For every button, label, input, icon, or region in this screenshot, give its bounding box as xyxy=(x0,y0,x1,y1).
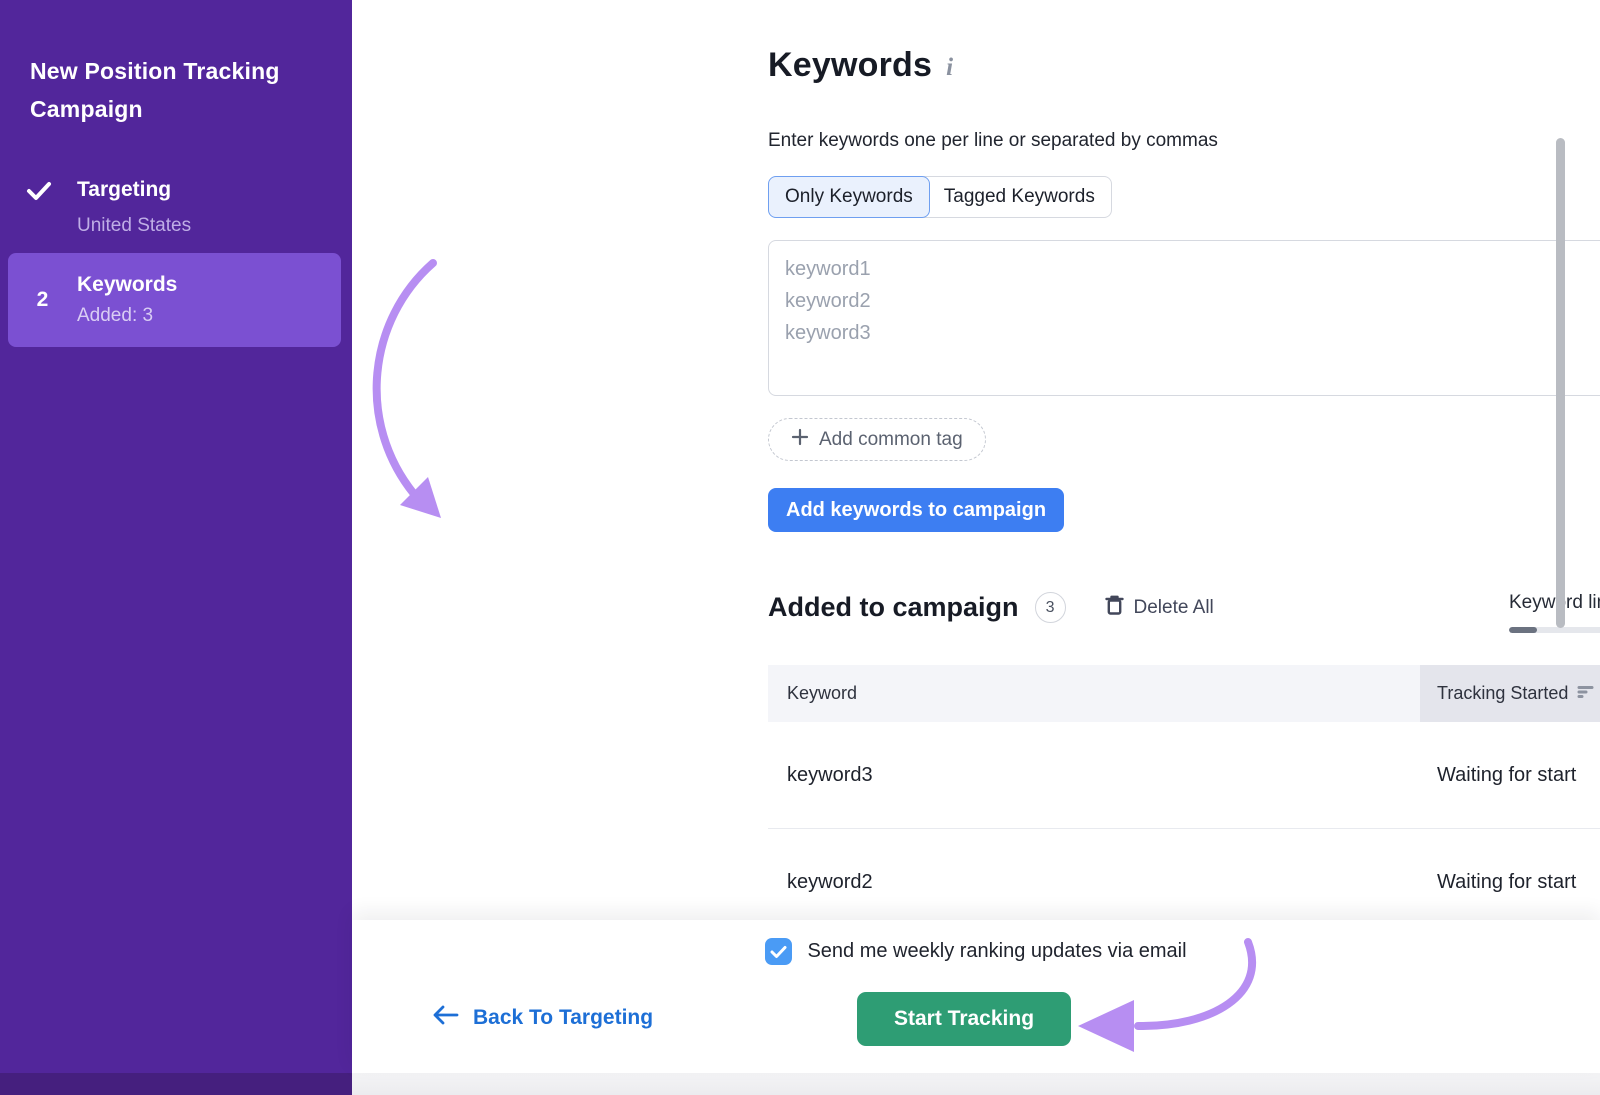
keywords-table: Keyword Tracking Started Action keyword3… xyxy=(768,665,1600,936)
sort-icon xyxy=(1577,683,1594,704)
keywords-hint-text: Enter keywords one per line or separated… xyxy=(768,130,1218,152)
step-keywords-label: Keywords xyxy=(77,271,177,298)
row-keyword: keyword2 xyxy=(768,871,1420,894)
weekly-updates-checkbox[interactable] xyxy=(765,938,792,965)
sidebar-step-targeting[interactable]: Targeting United States xyxy=(0,176,352,240)
added-to-campaign-title: Added to campaign xyxy=(768,592,1019,623)
keyword-limit-progress xyxy=(1509,627,1600,633)
new-campaign-modal: New Position Tracking Campaign Targeting… xyxy=(0,0,1600,1095)
table-header-row: Keyword Tracking Started Action xyxy=(768,665,1600,722)
plus-icon xyxy=(791,428,809,452)
modal-bottom-edge xyxy=(352,1073,1600,1095)
added-to-campaign-section: Added to campaign 3 Delete All Keyword l… xyxy=(768,592,1600,623)
trash-icon xyxy=(1104,594,1125,622)
add-keywords-to-campaign-button[interactable]: Add keywords to campaign xyxy=(768,488,1064,532)
campaign-title: New Position Tracking Campaign xyxy=(0,0,352,128)
step-keywords-added-count: Added: 3 xyxy=(77,302,177,329)
sidebar-bottom-edge xyxy=(0,1073,352,1095)
start-tracking-button[interactable]: Start Tracking xyxy=(857,992,1071,1046)
step-targeting-value: United States xyxy=(77,212,191,240)
keyword-tabs: Only Keywords Tagged Keywords xyxy=(768,176,1112,218)
table-row: keyword3 Waiting for start xyxy=(768,722,1600,829)
back-to-targeting-link[interactable]: Back To Targeting xyxy=(433,1005,653,1031)
added-count-badge: 3 xyxy=(1035,592,1066,623)
sidebar: New Position Tracking Campaign Targeting… xyxy=(0,0,352,1073)
sidebar-step-keywords[interactable]: 2 Keywords Added: 3 xyxy=(8,253,341,347)
arrow-left-icon xyxy=(433,1005,459,1031)
column-header-keyword: Keyword xyxy=(768,665,1420,722)
row-keyword: keyword3 xyxy=(768,764,1420,787)
keyword-limit-label: Keyword limit xyxy=(1509,592,1600,614)
tab-tagged-keywords[interactable]: Tagged Keywords xyxy=(924,176,1112,218)
row-status: Waiting for start xyxy=(1420,871,1600,894)
keyword-limit-block: Keyword limit 117/1500 xyxy=(1509,592,1600,633)
weekly-updates-label: Send me weekly ranking updates via email xyxy=(807,940,1186,963)
vertical-scrollbar[interactable] xyxy=(1556,138,1565,628)
keywords-input[interactable] xyxy=(768,240,1600,396)
info-icon[interactable]: i xyxy=(946,46,953,82)
step-keywords-number: 2 xyxy=(8,288,77,312)
column-header-tracking-started[interactable]: Tracking Started xyxy=(1420,665,1600,722)
main-panel: Keywords i Enter keywords one per line o… xyxy=(352,0,1600,1073)
row-status: Waiting for start xyxy=(1420,764,1600,787)
check-icon xyxy=(26,180,52,207)
add-common-tag-button[interactable]: Add common tag xyxy=(768,418,986,461)
step-targeting-label: Targeting xyxy=(77,176,191,204)
keyword-limit-progress-fill xyxy=(1509,627,1537,633)
tab-only-keywords[interactable]: Only Keywords xyxy=(768,176,930,218)
modal-footer: Send me weekly ranking updates via email… xyxy=(352,920,1600,1073)
page-title: Keywords xyxy=(768,46,932,85)
delete-all-button[interactable]: Delete All xyxy=(1104,594,1214,622)
